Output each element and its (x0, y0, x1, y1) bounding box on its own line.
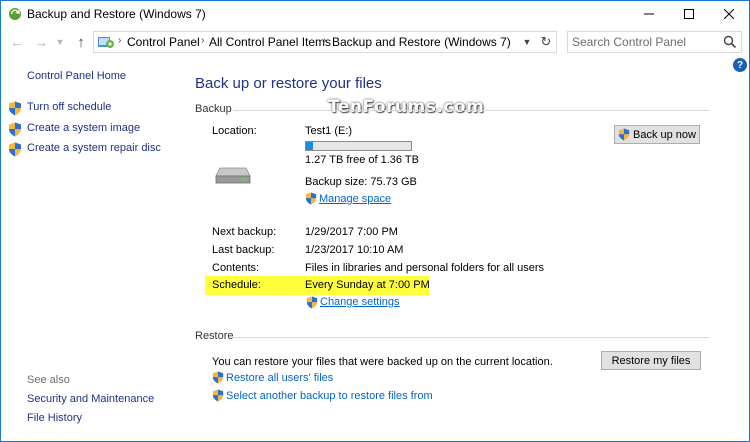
back-up-now-button[interactable]: Back up now (614, 125, 700, 144)
watermark: TenForums.com (328, 97, 485, 117)
restore-my-files-button[interactable]: Restore my files (601, 351, 701, 370)
uac-shield-icon (306, 296, 318, 309)
maximize-icon (684, 9, 694, 19)
drive-usage-fill (306, 142, 313, 150)
arrow-left-icon: ← (10, 34, 24, 50)
sidebar-link-security-maintenance[interactable]: Security and Maintenance (27, 393, 154, 405)
control-panel-home-link[interactable]: Control Panel Home (27, 70, 126, 82)
next-backup-value: 1/29/2017 7:00 PM (305, 226, 398, 238)
location-value: Test1 (E:) (305, 125, 353, 137)
breadcrumb-backup-restore[interactable]: Backup and Restore (Windows 7) (332, 35, 511, 49)
section-divider (233, 337, 709, 338)
uac-shield-icon (9, 142, 21, 157)
free-space-text: 1.27 TB free of 1.36 TB (305, 154, 419, 166)
breadcrumb-separator-icon: › (323, 35, 327, 46)
minimize-button[interactable] (631, 1, 667, 27)
chevron-down-icon: ▼ (522, 37, 532, 47)
window-title: Backup and Restore (Windows 7) (27, 7, 206, 21)
restore-section-heading: Restore (195, 330, 234, 342)
search-input[interactable] (572, 34, 720, 50)
uac-shield-icon (212, 389, 224, 402)
close-icon (724, 9, 734, 19)
last-backup-value: 1/23/2017 10:10 AM (305, 244, 404, 256)
breadcrumb-control-panel[interactable]: Control Panel (127, 35, 200, 49)
address-bar[interactable]: › Control Panel › All Control Panel Item… (93, 31, 557, 53)
see-also-heading: See also (27, 374, 70, 386)
uac-shield-icon (618, 128, 630, 141)
select-another-backup-link[interactable]: Select another backup to restore files f… (226, 390, 433, 402)
breadcrumb-all-items[interactable]: All Control Panel Items (209, 35, 331, 49)
section-divider (233, 110, 709, 111)
backup-size-text: Backup size: 75.73 GB (305, 176, 417, 188)
location-label: Location: (212, 125, 257, 137)
forward-button[interactable]: → (31, 32, 51, 52)
sidebar-item-turn-off-schedule[interactable]: Turn off schedule (27, 101, 111, 113)
sidebar-item-create-system-image[interactable]: Create a system image (27, 122, 140, 134)
uac-shield-icon (9, 122, 21, 137)
restore-all-users-link[interactable]: Restore all users' files (226, 372, 333, 384)
breadcrumb-separator-icon: › (201, 35, 205, 46)
address-history-button[interactable]: ▼ (520, 34, 534, 50)
backup-section-heading: Backup (195, 103, 232, 115)
arrow-up-icon: ↑ (77, 33, 85, 51)
search-box[interactable] (567, 31, 742, 53)
help-icon: ? (736, 59, 744, 71)
refresh-button[interactable]: ↻ (538, 33, 554, 51)
title-bar: Backup and Restore (Windows 7) (1, 1, 749, 27)
arrow-right-icon: → (34, 34, 48, 50)
help-button[interactable]: ? (733, 58, 747, 72)
navigation-bar: ← → ▼ ↑ › Control Panel › All Control Pa… (1, 30, 749, 54)
schedule-label: Schedule: (212, 279, 261, 291)
sidebar-link-file-history[interactable]: File History (27, 412, 82, 424)
uac-shield-icon (9, 101, 21, 116)
breadcrumb-separator-icon: › (118, 35, 122, 46)
schedule-value: Every Sunday at 7:00 PM (305, 279, 430, 291)
next-backup-label: Next backup: (212, 226, 277, 238)
uac-shield-icon (305, 192, 317, 205)
search-icon (723, 35, 737, 49)
recent-locations-button[interactable]: ▼ (53, 32, 67, 52)
hard-drive-icon (215, 167, 251, 184)
close-button[interactable] (711, 1, 747, 27)
back-button[interactable]: ← (7, 32, 27, 52)
minimize-icon (644, 13, 654, 15)
sidebar-item-create-repair-disc[interactable]: Create a system repair disc (27, 142, 161, 154)
change-settings-link[interactable]: Change settings (320, 296, 400, 308)
back-up-now-label: Back up now (633, 128, 696, 141)
uac-shield-icon (212, 371, 224, 384)
maximize-button[interactable] (671, 1, 707, 27)
refresh-icon: ↻ (540, 34, 552, 49)
chevron-down-icon: ▼ (55, 37, 65, 47)
up-button[interactable]: ↑ (71, 32, 91, 52)
page-title: Back up or restore your files (195, 75, 382, 92)
drive-usage-bar (305, 141, 412, 151)
backup-restore-app-icon (9, 8, 21, 20)
contents-label: Contents: (212, 262, 260, 274)
restore-my-files-label: Restore my files (611, 354, 691, 367)
backup-restore-window: Backup and Restore (Windows 7) ← → ▼ ↑ ›… (0, 0, 750, 442)
last-backup-label: Last backup: (212, 244, 275, 256)
contents-value: Files in libraries and personal folders … (305, 262, 545, 274)
restore-description: You can restore your files that were bac… (212, 356, 553, 368)
manage-space-link[interactable]: Manage space (319, 193, 391, 205)
control-panel-icon (98, 37, 114, 48)
